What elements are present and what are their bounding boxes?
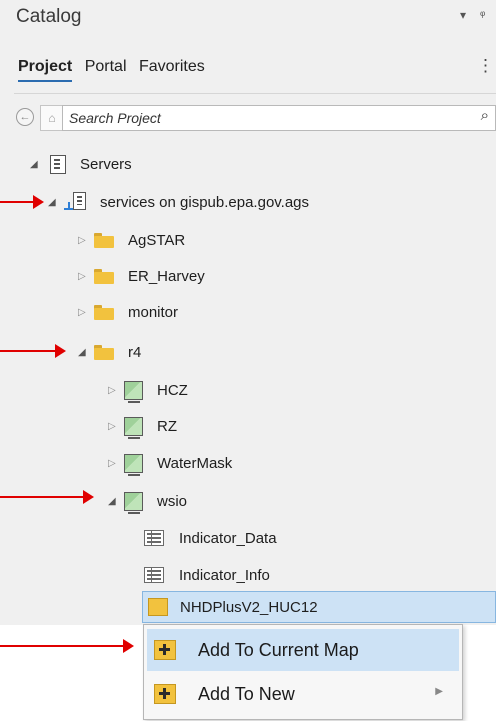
tree-node-wsio[interactable]: ◢ wsio — [108, 489, 188, 514]
feature-layer-icon — [148, 598, 168, 616]
expander-expanded-icon[interactable]: ◢ — [108, 496, 124, 507]
tree-node-folder[interactable]: ▷ ER_Harvey — [78, 264, 205, 288]
folder-icon — [94, 344, 114, 360]
tree-node-table[interactable]: Indicator_Data — [144, 526, 277, 550]
expander-expanded-icon[interactable]: ◢ — [78, 347, 94, 358]
tree-node-map-service[interactable]: ▷ HCZ — [108, 378, 188, 403]
expander-collapsed-icon[interactable]: ▷ — [78, 235, 94, 246]
tree-label: RZ — [157, 417, 177, 435]
tree-label: Indicator_Data — [179, 529, 277, 547]
tree-node-folder-r4[interactable]: ◢ r4 — [78, 340, 141, 364]
add-data-icon — [154, 640, 176, 660]
pane-title: Catalog — [16, 6, 82, 27]
tree-node-map-service[interactable]: ▷ WaterMask — [108, 451, 233, 476]
expander-expanded-icon[interactable]: ◢ — [48, 197, 64, 208]
search-icon[interactable]: ⌕ — [481, 107, 489, 124]
map-service-icon — [124, 453, 143, 476]
tree-label: WaterMask — [157, 454, 233, 472]
tree-label: ER_Harvey — [128, 267, 205, 285]
table-icon — [144, 530, 164, 546]
tree-label: Servers — [80, 155, 132, 173]
more-options-icon[interactable]: ⋮ — [477, 56, 494, 76]
tree-label: wsio — [157, 492, 188, 510]
table-icon — [144, 567, 164, 583]
catalog-pane: Catalog ▾ ᵠ Project Portal Favorites ⋮ ←… — [0, 0, 496, 625]
expander-expanded-icon[interactable]: ◢ — [30, 159, 46, 170]
map-service-icon — [124, 491, 143, 514]
tab-project[interactable]: Project — [18, 58, 72, 75]
tab-portal[interactable]: Portal — [85, 58, 127, 75]
map-service-icon — [124, 380, 143, 403]
expander-collapsed-icon[interactable]: ▷ — [78, 271, 94, 282]
search-input[interactable] — [69, 109, 449, 127]
annotation-arrow — [0, 490, 94, 504]
pin-icon[interactable]: ᵠ — [480, 8, 485, 22]
menu-item-add-to-current-map[interactable]: Add To Current Map — [147, 629, 459, 671]
annotation-arrow — [0, 639, 134, 653]
pane-options-icon[interactable]: ▾ — [460, 8, 466, 22]
catalog-tabs: Project Portal Favorites — [18, 58, 213, 76]
menu-item-label: Add To Current Map — [198, 639, 359, 660]
expander-collapsed-icon[interactable]: ▷ — [108, 385, 124, 396]
folder-icon — [94, 304, 114, 320]
menu-item-label: Add To New — [198, 683, 295, 704]
menu-item-add-to-new[interactable]: Add To New ▶ — [147, 673, 459, 715]
annotation-arrow — [0, 195, 44, 209]
tree-node-servers[interactable]: ◢ Servers — [30, 152, 132, 176]
tree-label: monitor — [128, 303, 179, 321]
servers-icon — [50, 154, 66, 174]
folder-icon — [94, 268, 114, 284]
tab-favorites[interactable]: Favorites — [139, 58, 205, 75]
home-icon[interactable]: ⌂ — [40, 105, 64, 131]
tree-label: r4 — [128, 343, 142, 361]
search-row: ← ⌂ ⌕ — [16, 104, 496, 132]
map-service-icon — [124, 416, 143, 439]
search-box: ⌕ — [62, 105, 496, 131]
add-data-icon — [154, 684, 176, 704]
expander-collapsed-icon[interactable]: ▷ — [78, 307, 94, 318]
tree-label: NHDPlusV2_HUC12 — [180, 598, 318, 616]
tree-node-folder[interactable]: ▷ AgSTAR — [78, 228, 185, 252]
tree-node-folder[interactable]: ▷ monitor — [78, 300, 178, 324]
ags-connection-icon — [64, 192, 88, 212]
tree-label: AgSTAR — [128, 231, 186, 249]
annotation-arrow — [0, 344, 66, 358]
tree-node-map-service[interactable]: ▷ RZ — [108, 414, 177, 439]
submenu-arrow-icon[interactable]: ▶ — [435, 686, 443, 697]
tree-node-table[interactable]: Indicator_Info — [144, 563, 270, 587]
expander-collapsed-icon[interactable]: ▷ — [108, 421, 124, 432]
tree-label: HCZ — [157, 381, 188, 399]
tab-divider — [14, 93, 496, 94]
expander-collapsed-icon[interactable]: ▷ — [108, 458, 124, 469]
folder-icon — [94, 232, 114, 248]
tree-label: services on gispub.epa.gov.ags — [100, 193, 310, 211]
tree-node-selected-layer[interactable]: NHDPlusV2_HUC12 — [142, 591, 496, 623]
tree-node-connection[interactable]: ◢ services on gispub.epa.gov.ags — [48, 190, 309, 214]
context-menu: Add To Current Map Add To New ▶ — [143, 624, 463, 720]
tree-label: Indicator_Info — [179, 566, 270, 584]
back-icon[interactable]: ← — [16, 108, 34, 126]
